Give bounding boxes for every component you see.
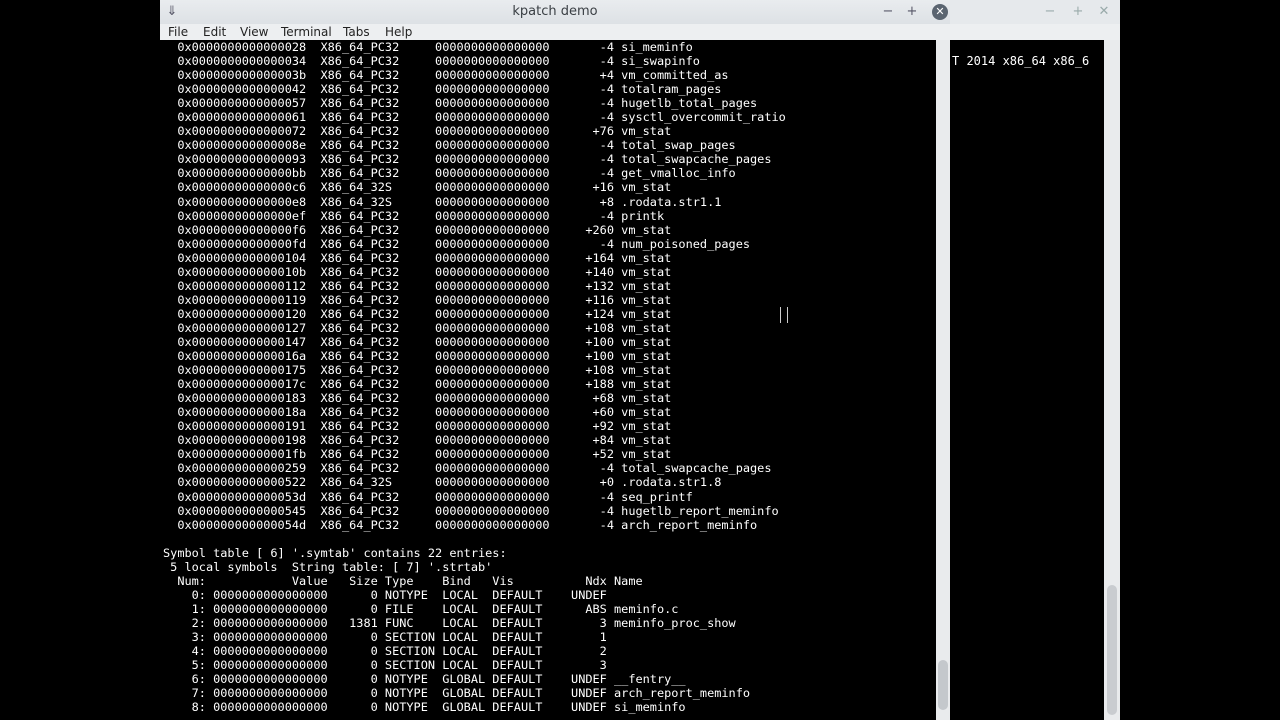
terminal-line: 0x000000000000018a X86_64_PC32 000000000… [163,405,672,420]
terminal-line: 0x00000000000000f6 X86_64_PC32 000000000… [163,222,672,237]
terminal-line: 0x0000000000000191 X86_64_PC32 000000000… [163,419,672,434]
terminal-window[interactable]: ⇓ kpatch demo − + ✕ File Edit View Termi… [160,0,950,720]
background-scrollbar-thumb[interactable] [1107,585,1117,715]
window-titlebar[interactable]: ⇓ kpatch demo − + ✕ [160,0,950,25]
terminal-line: 0x00000000000000bb X86_64_PC32 000000000… [163,166,736,181]
terminal-line: 0x00000000000000fd X86_64_PC32 000000000… [163,236,751,251]
terminal-line: 0x0000000000000127 X86_64_PC32 000000000… [163,320,672,335]
minimize-icon[interactable]: − [1042,4,1058,20]
terminal-line: 0x0000000000000061 X86_64_PC32 000000000… [163,110,786,125]
terminal-line: 0x0000000000000042 X86_64_PC32 000000000… [163,82,722,97]
terminal-line: Symbol table [ 6] '.symtab' contains 22 … [163,545,507,560]
maximize-icon[interactable]: + [904,4,920,20]
terminal-line: 0x0000000000000522 X86_64_32S 0000000000… [163,475,722,490]
background-window-menubar [948,24,1120,40]
terminal-line: 0x00000000000000c6 X86_64_32S 0000000000… [163,180,672,195]
close-icon[interactable]: ✕ [1096,4,1112,20]
maximize-icon[interactable]: + [1070,4,1086,20]
menu-help[interactable]: Help [385,24,412,40]
terminal-line: 0x000000000000003b X86_64_PC32 000000000… [163,68,729,83]
terminal-line: 0x0000000000000072 X86_64_PC32 000000000… [163,124,672,139]
terminal-line: 0x0000000000000112 X86_64_PC32 000000000… [163,278,672,293]
terminal-line: 0x0000000000000545 X86_64_PC32 000000000… [163,503,779,518]
close-icon[interactable]: ✕ [932,4,948,20]
terminal-line: 0x000000000000017c X86_64_PC32 000000000… [163,377,672,392]
menu-tabs[interactable]: Tabs [343,24,370,40]
terminal-line: 6: 0000000000000000 0 NOTYPE GLOBAL DEFA… [163,672,686,687]
terminal-line: 0x0000000000000028 X86_64_PC32 000000000… [163,40,693,54]
terminal-line: 0x000000000000054d X86_64_PC32 000000000… [163,517,758,532]
terminal-line: 0x000000000000053d X86_64_PC32 000000000… [163,489,693,504]
menu-file[interactable]: File [168,24,188,40]
background-scrollbar[interactable] [1104,40,1120,720]
terminal-line: 0x000000000000010b X86_64_PC32 000000000… [163,264,672,279]
terminal-line: 0x0000000000000175 X86_64_PC32 000000000… [163,363,672,378]
terminal-line: 7: 0000000000000000 0 NOTYPE GLOBAL DEFA… [163,686,751,701]
terminal-line: 5: 0000000000000000 0 SECTION LOCAL DEFA… [163,658,607,673]
terminal-lines: 0x0000000000000028 X86_64_PC32 000000000… [163,40,786,714]
terminal-line: 0x0000000000000104 X86_64_PC32 000000000… [163,250,672,265]
terminal-line: 4: 0000000000000000 0 SECTION LOCAL DEFA… [163,644,607,659]
text-cursor-icon [780,307,788,323]
terminal-scrollbar[interactable] [936,40,950,720]
terminal-line: 0x0000000000000119 X86_64_PC32 000000000… [163,292,672,307]
terminal-line: 5 local symbols String table: [ 7] '.str… [163,559,493,574]
terminal-line: 0: 0000000000000000 0 NOTYPE LOCAL DEFAU… [163,587,607,602]
terminal-line: 0x0000000000000259 X86_64_PC32 000000000… [163,461,772,476]
scrollbar-thumb[interactable] [938,660,948,710]
terminal-line: 0x000000000000016a X86_64_PC32 000000000… [163,349,672,364]
terminal-line: 0x0000000000000120 X86_64_PC32 000000000… [163,306,672,321]
terminal-line: 0x00000000000000e8 X86_64_32S 0000000000… [163,194,722,209]
terminal-line: 1: 0000000000000000 0 FILE LOCAL DEFAULT… [163,601,679,616]
minimize-icon[interactable]: − [880,4,896,20]
terminal-line: Num: Value Size Type Bind Vis Ndx Name [163,573,643,588]
terminal-line: 0x0000000000000034 X86_64_PC32 000000000… [163,54,700,69]
menu-terminal[interactable]: Terminal [281,24,332,40]
menu-bar: File Edit View Terminal Tabs Help [160,24,950,40]
terminal-line: 0x00000000000001fb X86_64_PC32 000000000… [163,447,672,462]
terminal-line: 0x0000000000000057 X86_64_PC32 000000000… [163,96,758,111]
window-title: kpatch demo [512,4,598,19]
terminal-line: 0x000000000000008e X86_64_PC32 000000000… [163,138,736,153]
terminal-line: 3: 0000000000000000 0 SECTION LOCAL DEFA… [163,629,607,644]
terminal-output[interactable]: 0x0000000000000028 X86_64_PC32 000000000… [160,40,936,714]
background-window-titlebar[interactable]: − + ✕ [948,0,1120,25]
terminal-line: 0x0000000000000198 X86_64_PC32 000000000… [163,433,672,448]
background-terminal-window[interactable]: − + ✕ T 2014 x86_64 x86_6 [948,0,1120,720]
terminal-line: 0x0000000000000147 X86_64_PC32 000000000… [163,334,672,349]
menu-edit[interactable]: Edit [203,24,226,40]
terminal-line: 0x0000000000000093 X86_64_PC32 000000000… [163,152,772,167]
terminal-line: 0x00000000000000ef X86_64_PC32 000000000… [163,208,665,223]
terminal-line: 8: 0000000000000000 0 NOTYPE GLOBAL DEFA… [163,700,686,714]
menu-view[interactable]: View [240,24,268,40]
terminal-line: 2: 0000000000000000 1381 FUNC LOCAL DEFA… [163,615,736,630]
background-terminal-text: T 2014 x86_64 x86_6 [952,54,1090,68]
terminal-line: 0x0000000000000183 X86_64_PC32 000000000… [163,391,672,406]
